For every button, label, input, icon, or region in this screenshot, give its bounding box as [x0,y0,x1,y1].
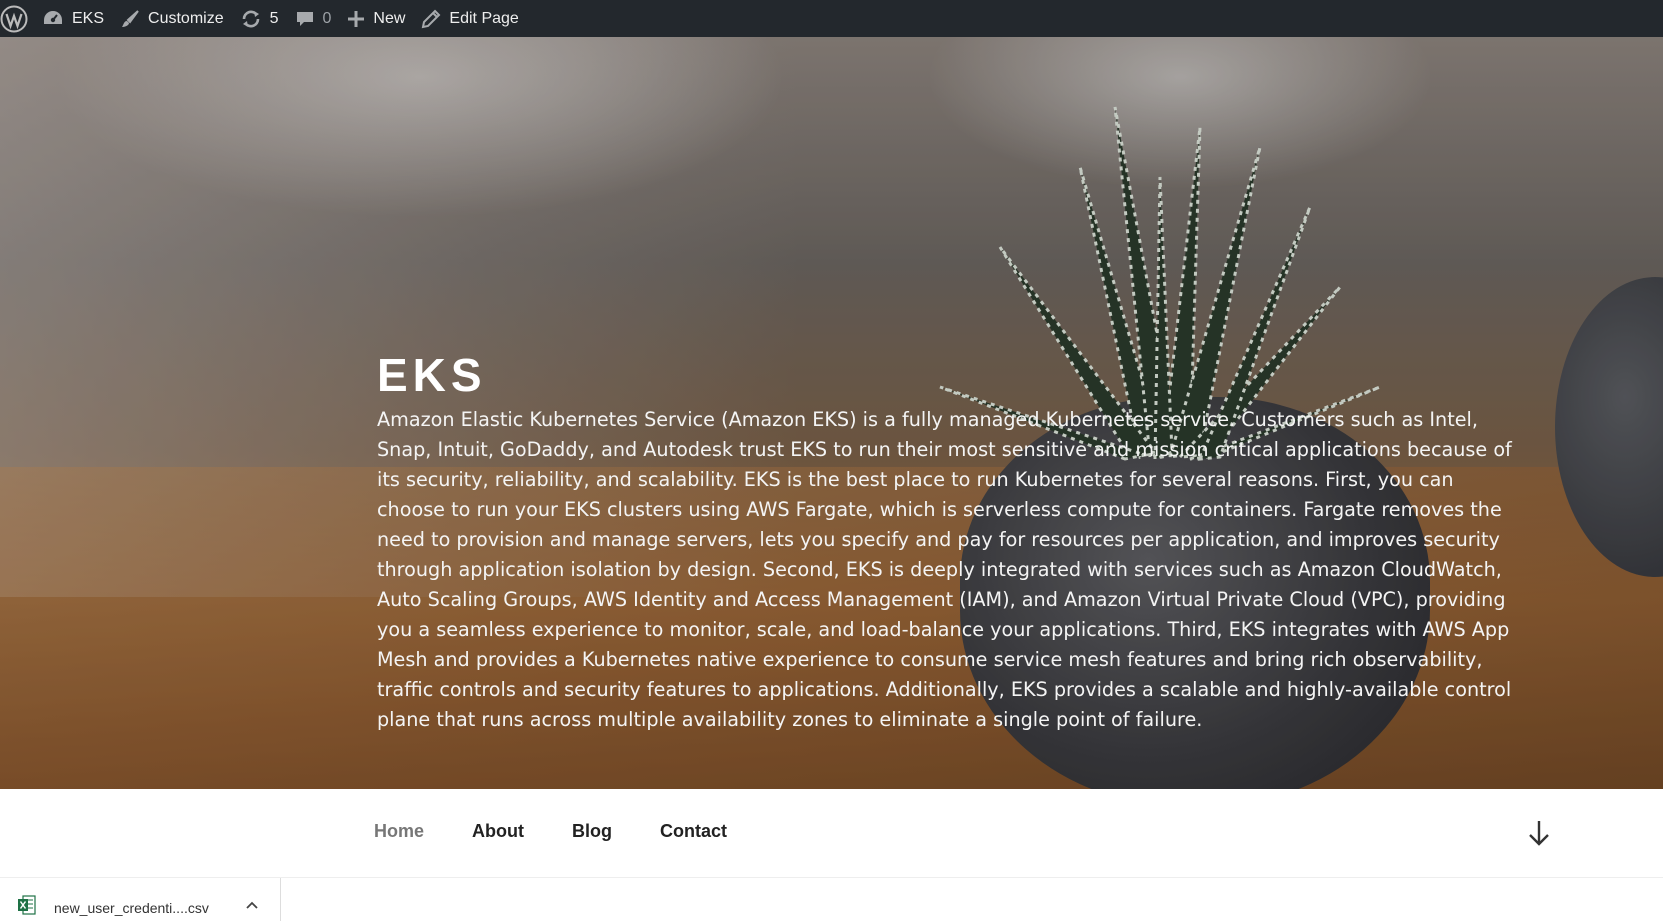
chevron-up-icon[interactable] [245,900,259,910]
site-branding: EKS Amazon Elastic Kubernetes Service (A… [377,347,1512,735]
admin-bar: EKS Customize 5 0 New Edit Page [0,0,1663,37]
nav-item-home[interactable]: Home [374,821,424,842]
customize-link[interactable]: Customize [112,0,232,37]
updates-link[interactable]: 5 [232,0,287,37]
comments-count: 0 [322,9,332,27]
site-title[interactable]: EKS [377,347,1512,403]
new-content-menu[interactable]: New [339,0,413,37]
comments-link[interactable]: 0 [287,0,340,37]
site-name-menu[interactable]: EKS [34,0,112,37]
download-item[interactable]: new_user_credenti....csv [0,878,281,921]
excel-file-icon [18,895,36,915]
edit-page-link[interactable]: Edit Page [413,0,526,37]
wordpress-logo-menu[interactable] [0,0,34,37]
updates-icon [242,10,259,27]
site-description: Amazon Elastic Kubernetes Service (Amazo… [377,408,1512,731]
download-file-name: new_user_credenti....csv [54,900,209,916]
dashboard-icon [44,10,62,24]
pencil-icon [422,9,441,28]
nav-item-contact[interactable]: Contact [660,821,727,842]
header-hero: EKS Amazon Elastic Kubernetes Service (A… [0,37,1663,789]
new-label: New [373,9,406,27]
nav-item-blog[interactable]: Blog [572,821,612,842]
downloads-bar: new_user_credenti....csv [0,878,1663,921]
nav-item-about[interactable]: About [472,821,524,842]
paintbrush-icon [122,9,139,27]
updates-count: 5 [269,9,279,27]
comment-icon [296,11,313,26]
main-navigation: Home About Blog Contact [0,789,1663,878]
customize-label: Customize [148,9,224,27]
nav-menu: Home About Blog Contact [374,821,775,842]
site-name-label: EKS [72,9,105,27]
edit-page-label: Edit Page [449,9,519,27]
arrow-down-icon[interactable] [1527,819,1551,847]
wordpress-icon [0,5,28,32]
plus-icon [348,10,365,27]
